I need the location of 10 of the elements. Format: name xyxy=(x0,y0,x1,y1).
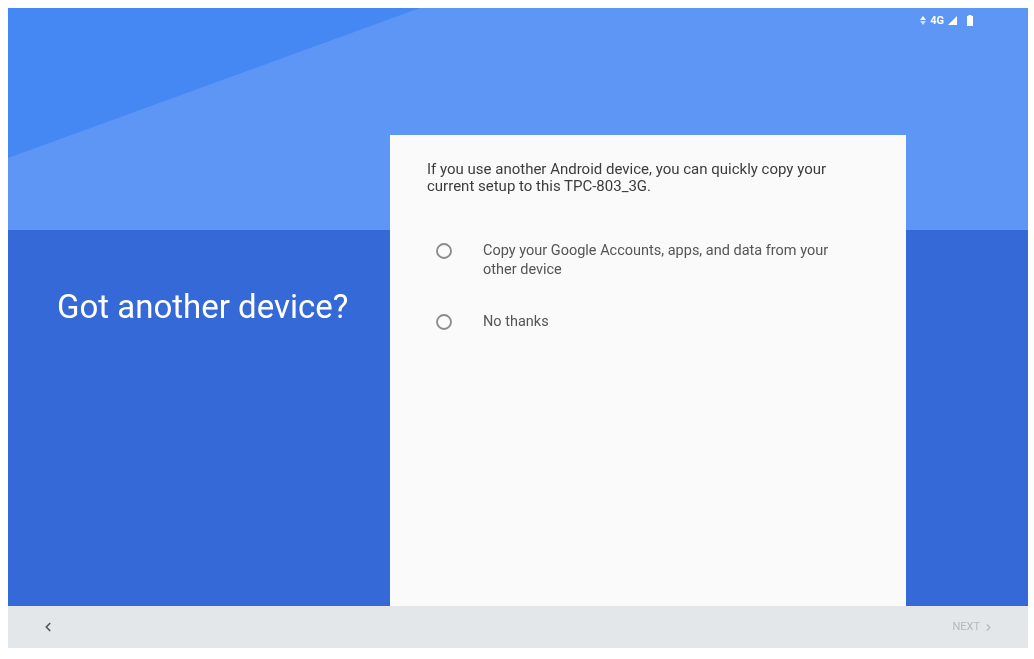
battery-icon xyxy=(967,14,973,26)
network-type: 4G xyxy=(930,14,944,26)
signal-icon xyxy=(948,15,957,25)
radio-button[interactable] xyxy=(436,314,452,330)
option-label[interactable]: Copy your Google Accounts, apps, and data from your other device xyxy=(483,241,863,279)
intro-text: If you use another Android device, you can quickly copy your current setup to this TPC-803_3G. xyxy=(427,161,828,195)
option-label[interactable]: No thanks xyxy=(483,312,863,331)
page-heading: Got another device? xyxy=(57,288,350,326)
data-arrows-icon xyxy=(920,15,927,25)
radio-button[interactable] xyxy=(436,243,452,259)
